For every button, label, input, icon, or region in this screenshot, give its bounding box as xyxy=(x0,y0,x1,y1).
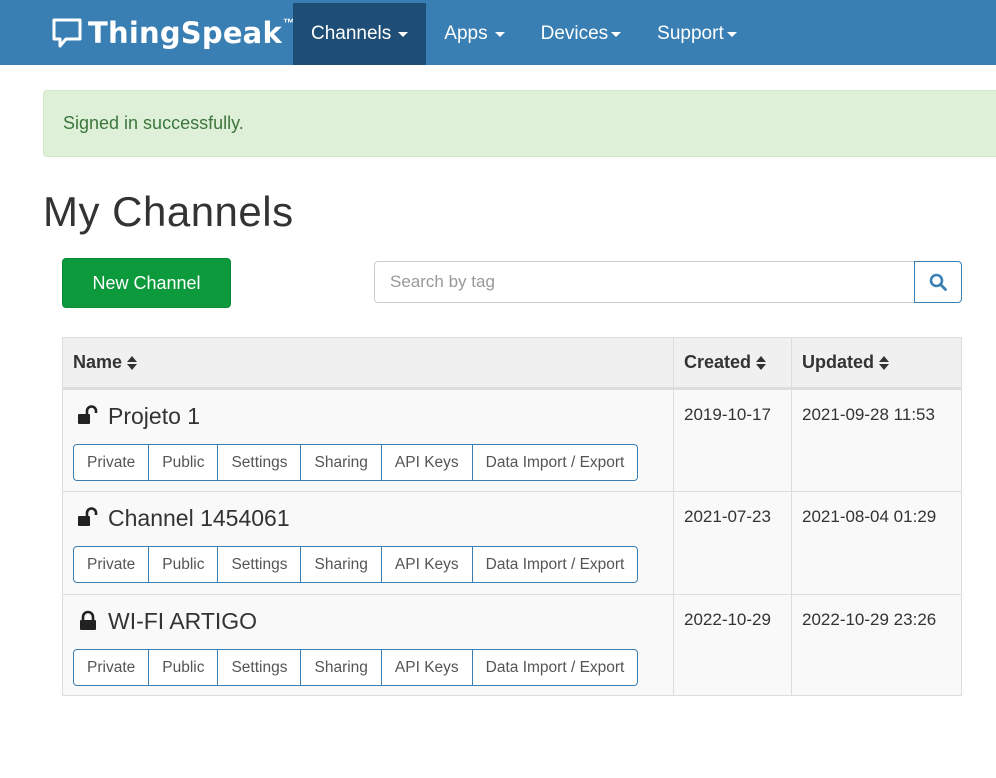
search-button[interactable] xyxy=(914,261,962,303)
public-view-button[interactable]: Public xyxy=(148,649,219,686)
private-view-button[interactable]: Private xyxy=(73,444,150,481)
nav-channels-label: Channels xyxy=(311,23,392,44)
chevron-down-icon xyxy=(494,31,505,37)
settings-button[interactable]: Settings xyxy=(217,546,302,583)
data-import-export-button[interactable]: Data Import / Export xyxy=(471,546,639,583)
nav-apps-label: Apps xyxy=(444,23,488,44)
created-date: 2021-07-23 xyxy=(674,492,792,594)
public-view-button[interactable]: Public xyxy=(148,546,219,583)
channel-name-link[interactable]: WI-FI ARTIGO xyxy=(108,608,257,635)
chevron-down-icon xyxy=(611,31,622,37)
settings-button[interactable]: Settings xyxy=(217,649,302,686)
unlock-icon xyxy=(78,507,98,526)
nav-support[interactable]: Support xyxy=(639,3,755,65)
data-import-export-button[interactable]: Data Import / Export xyxy=(471,444,639,481)
table-header: Name Created Updated xyxy=(63,338,961,389)
speech-bubble-icon xyxy=(52,18,82,48)
sort-icon xyxy=(879,355,889,371)
chevron-down-icon xyxy=(398,31,409,37)
sharing-button[interactable]: Sharing xyxy=(300,444,382,481)
updated-date: 2022-10-29 23:26 xyxy=(802,610,937,629)
brand-name: ThingSpeak xyxy=(88,16,282,50)
created-date: 2019-10-17 xyxy=(674,390,792,491)
sort-created-header[interactable]: Created xyxy=(674,338,792,387)
success-alert: Signed in successfully. xyxy=(43,90,996,157)
sort-name-header[interactable]: Name xyxy=(63,338,674,387)
tag-search xyxy=(374,261,962,303)
settings-button[interactable]: Settings xyxy=(217,444,302,481)
nav-devices-label: Devices xyxy=(540,23,609,44)
channel-name-cell: Projeto 1 Private Public Settings Sharin… xyxy=(63,390,674,491)
nav-devices[interactable]: Devices xyxy=(523,3,640,65)
sharing-button[interactable]: Sharing xyxy=(300,649,382,686)
lock-icon xyxy=(80,610,96,630)
channel-actions: Private Public Settings Sharing API Keys… xyxy=(73,649,673,686)
channel-name-cell: Channel 1454061 Private Public Settings … xyxy=(63,492,674,594)
created-date: 2022-10-29 xyxy=(674,595,792,695)
unlock-icon xyxy=(78,405,98,424)
data-import-export-button[interactable]: Data Import / Export xyxy=(471,649,639,686)
page-title: My Channels xyxy=(43,188,294,235)
nav-support-label: Support xyxy=(657,23,724,44)
sharing-button[interactable]: Sharing xyxy=(300,546,382,583)
nav-channels[interactable]: Channels xyxy=(293,3,427,65)
private-view-button[interactable]: Private xyxy=(73,546,150,583)
channel-name-link[interactable]: Channel 1454061 xyxy=(108,505,290,532)
table-row: Channel 1454061 Private Public Settings … xyxy=(63,491,961,594)
channels-table: Name Created Updated Projeto 1 Private P… xyxy=(62,337,962,696)
table-row: Projeto 1 Private Public Settings Sharin… xyxy=(63,389,961,491)
updated-date: 2021-09-28 11:53 xyxy=(802,405,935,424)
channel-actions: Private Public Settings Sharing API Keys… xyxy=(73,444,673,481)
private-view-button[interactable]: Private xyxy=(73,649,150,686)
header-name-label: Name xyxy=(73,352,123,372)
api-keys-button[interactable]: API Keys xyxy=(380,546,473,583)
search-input[interactable] xyxy=(374,261,914,303)
sort-updated-header[interactable]: Updated xyxy=(792,338,961,387)
channel-actions: Private Public Settings Sharing API Keys… xyxy=(73,546,673,583)
chevron-down-icon xyxy=(726,31,737,37)
channel-name-link[interactable]: Projeto 1 xyxy=(108,403,200,430)
table-row: WI-FI ARTIGO Private Public Settings Sha… xyxy=(63,594,961,695)
top-navbar: ThingSpeak ™ Channels Apps Devices Suppo… xyxy=(0,0,996,65)
public-view-button[interactable]: Public xyxy=(148,444,219,481)
new-channel-button[interactable]: New Channel xyxy=(62,258,231,308)
api-keys-button[interactable]: API Keys xyxy=(380,649,473,686)
header-created-label: Created xyxy=(684,352,752,372)
main-nav: Channels Apps Devices Support xyxy=(293,3,755,65)
search-icon xyxy=(929,273,947,291)
nav-apps[interactable]: Apps xyxy=(426,3,522,65)
header-updated-label: Updated xyxy=(802,352,874,372)
sort-icon xyxy=(127,355,138,371)
api-keys-button[interactable]: API Keys xyxy=(380,444,473,481)
sort-icon xyxy=(756,355,767,371)
channel-name-cell: WI-FI ARTIGO Private Public Settings Sha… xyxy=(63,595,674,695)
alert-message: Signed in successfully. xyxy=(63,113,244,133)
thingspeak-logo[interactable]: ThingSpeak ™ xyxy=(52,14,295,52)
updated-date: 2021-08-04 01:29 xyxy=(802,507,937,526)
